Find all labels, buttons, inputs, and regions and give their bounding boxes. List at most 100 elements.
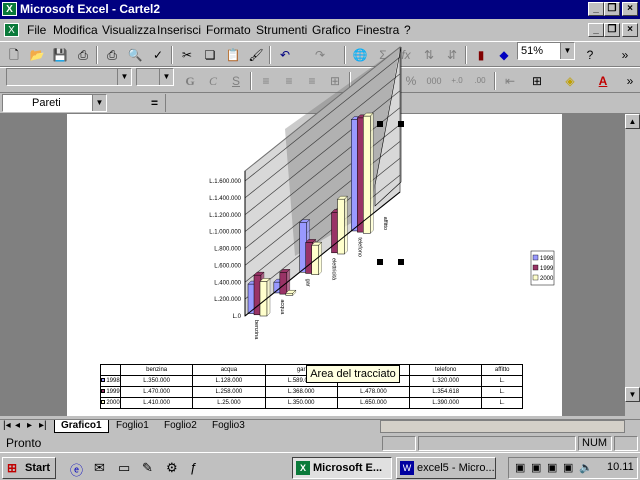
- table-cell: L.354.618: [409, 386, 483, 398]
- bar-side: [318, 241, 322, 276]
- status-text: Pronto: [6, 436, 42, 450]
- windows-logo-icon: ⊞: [7, 461, 18, 475]
- bar-group: [337, 195, 348, 255]
- bar-2000-elettricità: [337, 198, 345, 255]
- y-tick-label: L.1.600.000: [209, 179, 241, 185]
- plot-area-background: [244, 45, 401, 318]
- scroll-up-icon[interactable]: ▲: [625, 114, 640, 129]
- internet-explorer-icon[interactable]: ⓔ: [70, 460, 83, 479]
- first-sheet-icon[interactable]: |◂: [2, 420, 12, 433]
- table-cell: L.25.000: [192, 397, 266, 409]
- tray-icon-4[interactable]: ▣: [563, 461, 573, 474]
- table-header-cell: benzina: [119, 364, 194, 376]
- tray-icon-2[interactable]: ▣: [531, 461, 541, 474]
- table-row-label: 1999: [100, 386, 121, 398]
- status-box-2: [418, 436, 576, 451]
- bar-side: [344, 195, 348, 255]
- x-category-label: benzina: [253, 320, 259, 340]
- selection-handle: [398, 259, 404, 265]
- table-corner-cell: [100, 364, 121, 376]
- table-cell: L.128.000: [192, 375, 266, 387]
- y-tick-label: L.1.400.000: [209, 196, 241, 202]
- table-header-cell: telefono: [409, 364, 483, 376]
- excel-icon: X: [296, 461, 310, 475]
- last-sheet-icon[interactable]: ▸|: [38, 420, 48, 433]
- series-swatch: [101, 389, 106, 393]
- table-cell: L.470.000: [119, 386, 194, 398]
- prev-sheet-icon[interactable]: ◂: [14, 420, 21, 433]
- system-tray: ▣ ▣ ▣ ▣ 🔈 10.11: [508, 457, 638, 479]
- y-tick-label: L.200.000: [214, 297, 241, 303]
- start-label: Start: [25, 462, 51, 474]
- horizontal-scrollbar[interactable]: [380, 420, 625, 433]
- tab-grafico1[interactable]: Grafico1: [54, 420, 109, 433]
- sheet-tabs-bar: |◂ ◂ ▸ ▸| Grafico1 Foglio1 Foglio2 Fogli…: [0, 419, 640, 433]
- x-category-label: affitto: [382, 217, 388, 230]
- table-row: 2000 L.410.000 L.25.000 L.350.000 L.650.000 L…: [100, 397, 523, 409]
- table-row-label: 1998: [100, 375, 121, 387]
- table-cell: L.350.000: [119, 375, 194, 387]
- tab-foglio1[interactable]: Foglio1: [110, 420, 155, 433]
- table-cell: L.410.000: [119, 397, 194, 409]
- legend-swatch: [532, 274, 539, 281]
- task-word-label: excel5 - Micro...: [417, 462, 495, 474]
- status-box-3: [614, 436, 638, 451]
- x-category-label: telefono: [356, 237, 362, 257]
- x-category-label: elettricità: [331, 258, 337, 281]
- status-box-1: [382, 436, 416, 451]
- y-tick-label: L.1.200.000: [209, 213, 241, 219]
- channels-icon[interactable]: ✎: [142, 460, 153, 476]
- y-axis-ticks: L.0 L.200.000 L.400.000 L.600.000 L.800.000 L…: [209, 171, 246, 320]
- task-word[interactable]: W excel5 - Micro...: [396, 457, 496, 479]
- table-cell: L.: [481, 375, 523, 387]
- table-cell: L.320.000: [409, 375, 483, 387]
- quick-launch-icon[interactable]: ƒ: [190, 460, 197, 475]
- series-label: 1998: [106, 378, 120, 384]
- scroll-down-icon[interactable]: ▼: [625, 387, 640, 402]
- table-cell: L.478.000: [336, 386, 411, 398]
- tray-icon-3[interactable]: ▣: [547, 461, 557, 474]
- bar-group: [362, 112, 374, 234]
- tooltip: Area del tracciato: [306, 365, 400, 383]
- y-tick-label: L.600.000: [214, 263, 241, 269]
- y-tick-label: L.0: [233, 314, 242, 320]
- table-row: 1999 L.470.000 L.258.000 L.368.000 L.478.000…: [100, 386, 523, 398]
- selection-handle: [398, 121, 404, 127]
- series-swatch: [101, 400, 106, 404]
- start-button[interactable]: ⊞ Start: [2, 457, 56, 479]
- legend[interactable]: 1998 1999 2000: [530, 250, 555, 286]
- legend-label: 1998: [540, 256, 554, 262]
- bar-2000-acqua: [285, 292, 294, 296]
- selection-handle: [377, 259, 383, 265]
- table-cell: L.: [481, 397, 523, 409]
- tab-foglio3[interactable]: Foglio3: [206, 420, 251, 433]
- series-label: 1999: [106, 389, 120, 395]
- table-cell: L.650.000: [336, 397, 411, 409]
- table-cell: L.258.000: [192, 386, 266, 398]
- table-header-cell: affitto: [481, 364, 523, 376]
- tray-icon-1[interactable]: ▣: [515, 461, 525, 474]
- selection-handle: [377, 121, 383, 127]
- table-cell: L.350.000: [264, 397, 338, 409]
- tab-foglio2[interactable]: Foglio2: [158, 420, 203, 433]
- desktop-icon[interactable]: ▭: [118, 460, 130, 476]
- next-sheet-icon[interactable]: ▸: [26, 420, 33, 433]
- y-tick-label: L.800.000: [214, 247, 241, 253]
- task-excel[interactable]: X Microsoft E...: [292, 457, 392, 479]
- legend-label: 2000: [540, 276, 554, 282]
- series-label: 2000: [106, 400, 120, 406]
- status-bar: Pronto NUM: [0, 434, 640, 452]
- legend-swatch: [532, 254, 539, 261]
- series-swatch: [101, 378, 106, 382]
- y-tick-label: L.1.000.000: [209, 230, 241, 236]
- y-tick-label: L.400.000: [214, 280, 241, 286]
- word-icon: W: [400, 461, 414, 475]
- table-cell: L.368.000: [264, 386, 338, 398]
- volume-icon[interactable]: 🔈: [579, 461, 593, 474]
- x-category-label: acqua: [279, 299, 285, 315]
- vertical-scrollbar[interactable]: ▲ ▼: [625, 114, 640, 419]
- taskbar: ⊞ Start ⓔ ✉ ▭ ✎ ⚙ ƒ X Microsoft E... W e…: [0, 452, 640, 480]
- outlook-icon[interactable]: ✉: [94, 460, 105, 476]
- task-excel-label: Microsoft E...: [313, 462, 383, 474]
- app-launch-icon[interactable]: ⚙: [166, 460, 178, 476]
